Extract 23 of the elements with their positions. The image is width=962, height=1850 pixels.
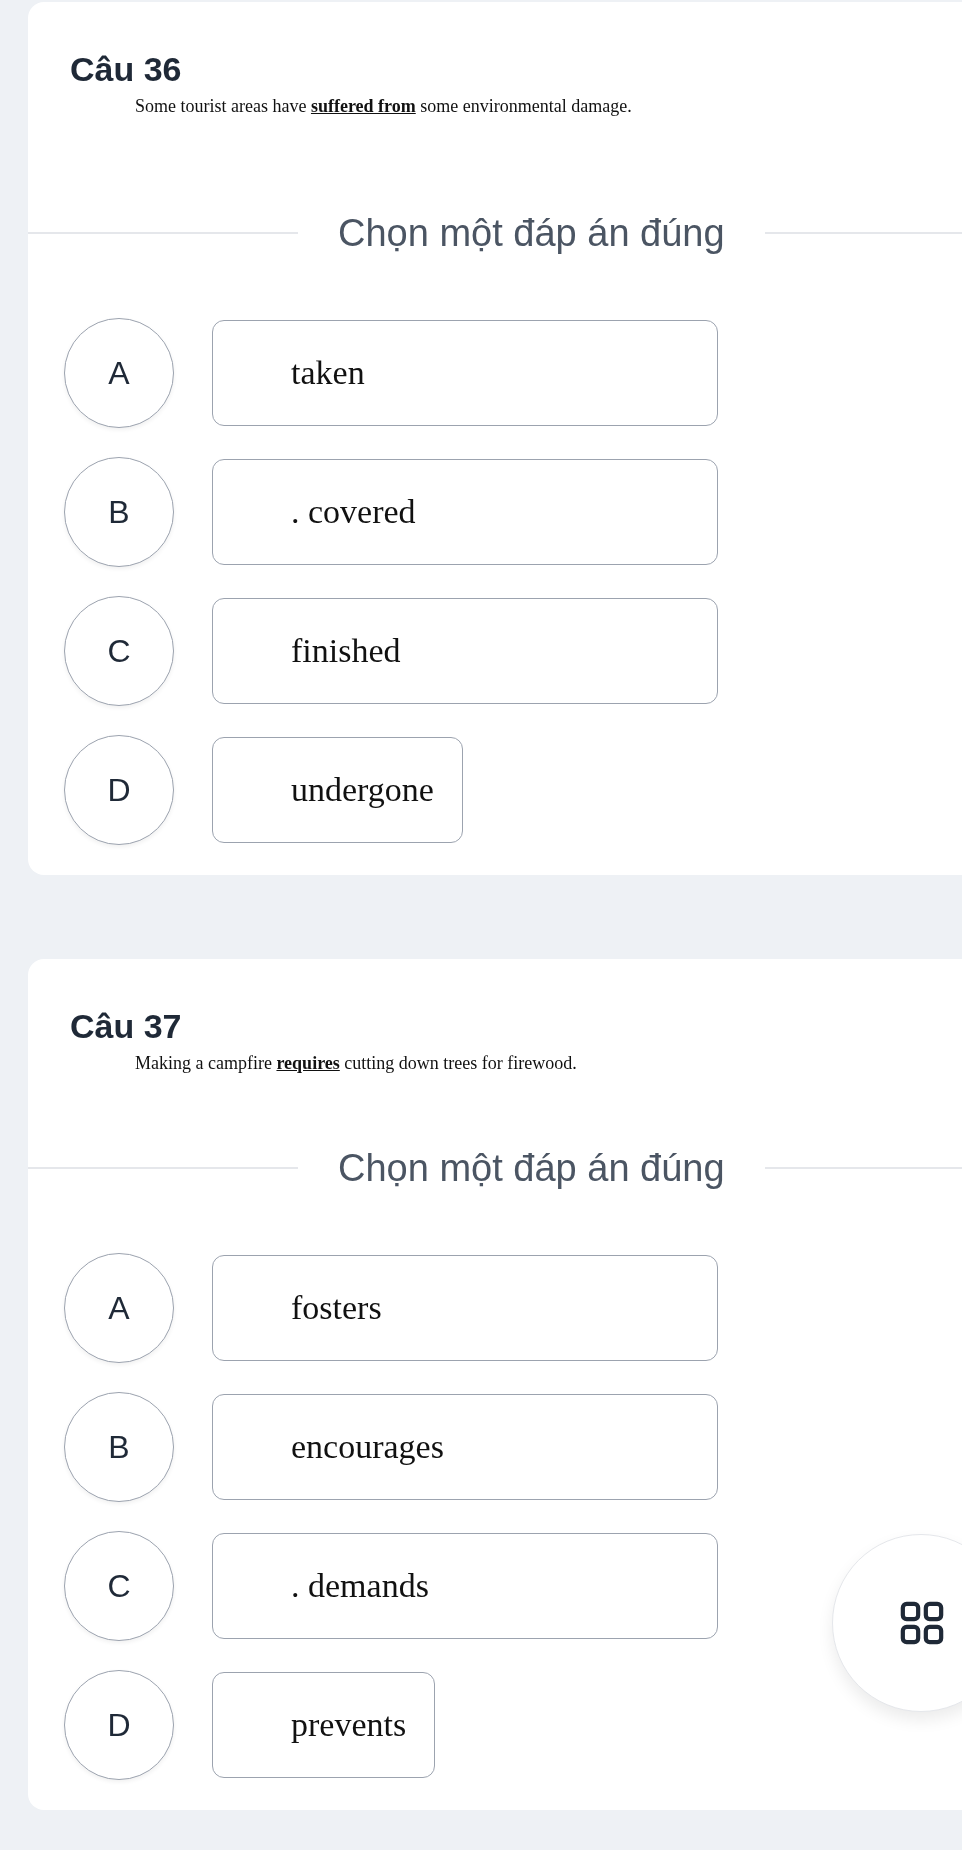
option-letter[interactable]: B bbox=[64, 1392, 174, 1502]
question-sentence: Making a campfire requires cutting down trees for firewood. bbox=[135, 1052, 578, 1075]
answer-option[interactable]: taken bbox=[212, 320, 718, 426]
answer-option[interactable]: undergone bbox=[212, 737, 463, 843]
option-letter[interactable]: B bbox=[64, 457, 174, 567]
answer-option[interactable]: encourages bbox=[212, 1394, 718, 1500]
option-letter[interactable]: A bbox=[64, 1253, 174, 1363]
answer-option[interactable]: finished bbox=[212, 598, 718, 704]
answer-option[interactable]: prevents bbox=[212, 1672, 436, 1778]
answer-option[interactable]: . covered bbox=[212, 459, 718, 565]
question-sentence: Some tourist areas have suffered from some environmental damage. bbox=[135, 95, 633, 118]
question-title: Câu 36 bbox=[70, 49, 183, 90]
option-letter[interactable]: A bbox=[64, 318, 174, 428]
option-letter[interactable]: D bbox=[64, 735, 174, 845]
option-letter[interactable]: C bbox=[64, 596, 174, 706]
prompt-heading: Chọn một đáp án đúng bbox=[338, 1146, 725, 1191]
answer-option[interactable]: fosters bbox=[212, 1255, 718, 1361]
grid-icon bbox=[899, 1600, 945, 1646]
option-letter[interactable]: D bbox=[64, 1670, 174, 1780]
question-title: Câu 37 bbox=[70, 1006, 183, 1047]
prompt-heading: Chọn một đáp án đúng bbox=[338, 211, 725, 256]
option-letter[interactable]: C bbox=[64, 1531, 174, 1641]
answer-option[interactable]: . demands bbox=[212, 1533, 718, 1639]
